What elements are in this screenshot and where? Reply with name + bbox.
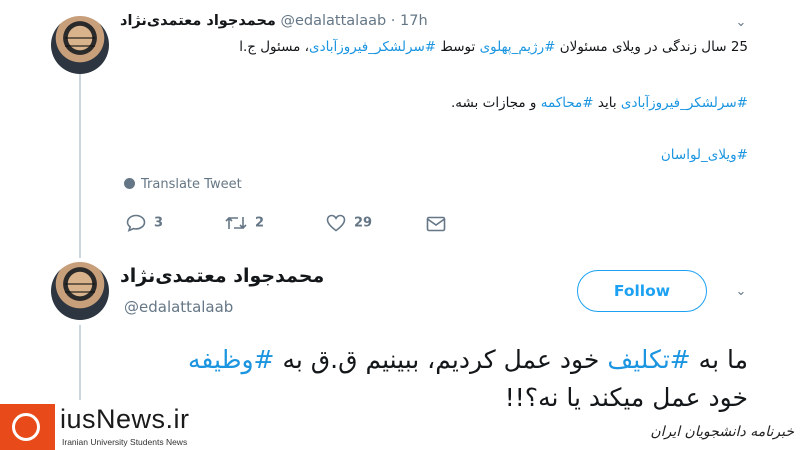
avatar[interactable] bbox=[51, 262, 109, 320]
hashtag-link[interactable]: #تکلیف bbox=[607, 345, 690, 374]
text: توسط bbox=[436, 39, 480, 55]
text: 25 سال زندگی در ویلای مسئولان bbox=[555, 39, 748, 55]
retweet-icon bbox=[225, 216, 247, 230]
globe-icon bbox=[124, 178, 135, 189]
watermark-subtitle: Iranian University Students News bbox=[62, 437, 188, 447]
tweet-text-line-2: خود عمل میکند یا نه؟!! bbox=[504, 383, 748, 412]
hashtag-link[interactable]: #ویلای_لواسان bbox=[661, 147, 748, 163]
tweet-header: محمدجواد معتمدی‌نژاد @edalattalaab · 17h bbox=[120, 13, 440, 29]
follow-button[interactable]: Follow bbox=[577, 270, 707, 312]
text: ما به bbox=[690, 345, 748, 374]
hashtag-link[interactable]: #وظیفه bbox=[188, 345, 275, 374]
text: باید bbox=[593, 95, 621, 111]
separator: · bbox=[390, 13, 396, 29]
thread-line bbox=[79, 72, 81, 258]
hashtag-link[interactable]: #سرلشکر_فیروزآبادی bbox=[621, 95, 748, 111]
iusnews-logo-icon bbox=[0, 404, 55, 450]
text: و مجازات بشه. bbox=[450, 95, 541, 111]
timestamp[interactable]: 17h bbox=[400, 13, 428, 29]
translate-tweet-link[interactable]: Translate Tweet bbox=[124, 177, 242, 192]
display-name[interactable]: محمدجواد معتمدی‌نژاد bbox=[120, 265, 450, 287]
reply-button[interactable]: 3 bbox=[126, 214, 163, 232]
handle[interactable]: @edalattalaab bbox=[280, 13, 386, 29]
hashtag-link[interactable]: #رژیم_پهلوی bbox=[480, 39, 556, 55]
message-icon bbox=[426, 216, 446, 232]
tweet-text-line-3: #ویلای_لواسان bbox=[661, 146, 748, 164]
avatar-glasses bbox=[65, 283, 95, 293]
hashtag-link[interactable]: #محاکمه bbox=[541, 95, 594, 111]
watermark-name: iusNews.ir bbox=[60, 404, 190, 434]
handle[interactable]: @edalattalaab bbox=[124, 298, 233, 316]
chevron-down-icon[interactable]: ⌄ bbox=[734, 285, 748, 299]
watermark-persian: خبرنامه دانشجویان ایران bbox=[650, 424, 794, 440]
message-button[interactable] bbox=[426, 216, 454, 232]
like-button[interactable]: 29 bbox=[326, 214, 372, 232]
like-icon bbox=[326, 214, 346, 232]
chevron-down-icon[interactable]: ⌄ bbox=[734, 16, 748, 30]
text: خود عمل کردیم، ببینیم ق.ق به bbox=[274, 345, 608, 374]
retweet-button[interactable]: 2 bbox=[225, 214, 264, 232]
text: ، مسئول ج.ا bbox=[239, 39, 310, 55]
avatar-glasses bbox=[65, 37, 95, 47]
avatar[interactable] bbox=[51, 16, 109, 74]
tweet-text-line-2: #سرلشکر_فیروزآبادی باید #محاکمه و مجازات… bbox=[451, 94, 748, 112]
translate-label: Translate Tweet bbox=[141, 177, 242, 192]
tweet-text-line-1: 25 سال زندگی در ویلای مسئولان #رژیم_پهلو… bbox=[239, 38, 748, 56]
reply-icon bbox=[126, 214, 146, 232]
retweet-count: 2 bbox=[255, 215, 265, 231]
reply-count: 3 bbox=[154, 215, 164, 231]
hashtag-link[interactable]: #سرلشکر_فیروزآبادی bbox=[309, 39, 436, 55]
tweet-text-line-1: ما به #تکلیف خود عمل کردیم، ببینیم ق.ق ب… bbox=[188, 344, 748, 376]
display-name[interactable]: محمدجواد معتمدی‌نژاد bbox=[120, 13, 276, 29]
thread-line bbox=[79, 325, 81, 400]
like-count: 29 bbox=[354, 215, 373, 231]
